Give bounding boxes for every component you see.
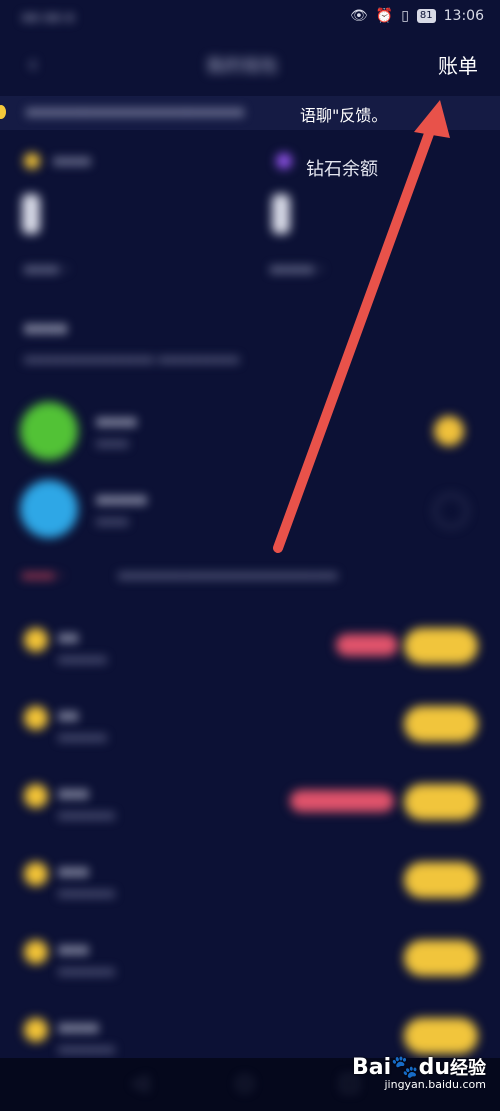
package-item[interactable]: ▪▪ ▪▪▪▪▪▪ [0,700,500,768]
status-icons: 👁 ⏰ ▯ 81 13:06 [350,8,484,24]
alipay-option[interactable]: ▪▪▪▪▪ ▪▪▪▪ [0,480,500,544]
alipay-icon [20,480,78,538]
chevron-left-icon[interactable]: ‹ [28,50,38,78]
radio-selected[interactable] [434,416,464,446]
coin-icon [24,152,40,169]
wechat-pay-option[interactable]: ▪▪▪▪ ▪▪▪▪ [0,402,500,466]
package-sub: ▪▪▪▪▪▪▪ [58,886,115,900]
bill-button[interactable]: 账单 [438,50,478,79]
diamond-balance [276,150,292,169]
clock-time: 13:06 [443,8,484,24]
promo-tag: ▪▪▪▪ › [22,568,64,582]
coin-icon [24,706,48,730]
home-circle-icon[interactable]: ○ [236,1070,253,1094]
wechat-pay-name: ▪▪▪▪ [96,412,137,430]
package-sub: ▪▪▪▪▪▪▪ [58,1042,115,1056]
paw-icon: 🐾 [391,1055,419,1080]
coin-icon [24,784,48,808]
coin-icon [24,862,48,886]
package-name: ▪▪▪ [58,784,89,802]
coin-icon [24,628,48,652]
vibrate-icon: ▯ [401,8,409,24]
radio-unselected[interactable] [434,494,468,528]
coin-details-link[interactable]: ▪▪▪▪ › [24,262,69,277]
alipay-name: ▪▪▪▪▪ [96,490,147,508]
package-item[interactable]: ▪▪ ▪▪▪▪▪▪ [0,622,500,690]
price-button[interactable] [404,862,478,898]
back-triangle-icon[interactable]: ◁ [132,1070,147,1094]
status-bar: ▪▪ ▪▪ ▪ 👁 ⏰ ▯ 81 13:06 [0,0,500,36]
price-button[interactable] [404,1018,478,1054]
carrier-text: ▪▪ ▪▪ ▪ [22,10,75,25]
alipay-desc: ▪▪▪▪ [96,514,129,528]
price-button[interactable] [404,940,478,976]
promo-line: ▪▪▪▪ › ▪▪▪▪▪▪▪▪▪▪▪▪▪▪▪▪▪▪▪▪▪▪▪▪▪▪▪ [0,566,500,590]
notice-banner[interactable]: ▪▪▪▪▪▪▪▪▪▪▪▪▪▪▪▪▪▪▪▪▪▪▪ 语聊"反馈。 [0,96,500,130]
top-bar: ‹ 我的钱包 账单 [0,36,500,94]
alarm-icon: ⏰ [375,8,394,24]
package-sub: ▪▪▪▪▪▪ [58,652,107,666]
package-tag [290,790,394,812]
package-sub: ▪▪▪▪▪▪ [58,730,107,744]
coin-balance-label: ▪▪▪▪ [53,152,92,169]
package-name: ▪▪▪ [58,862,89,880]
coin-balance: ▪▪▪▪ [24,150,91,169]
diamond-details-link[interactable]: ▪▪▪▪▪ › [270,262,323,277]
package-sub: ▪▪▪▪▪▪▪ [58,808,115,822]
diamond-balance-value [272,194,290,234]
package-name: ▪▪▪▪ [58,1018,99,1036]
notice-text: 语聊"反馈。 [300,106,388,125]
promo-text: ▪▪▪▪▪▪▪▪▪▪▪▪▪▪▪▪▪▪▪▪▪▪▪▪▪▪▪ [118,568,338,582]
price-button[interactable] [404,628,478,664]
notice-dot [0,105,6,119]
package-name: ▪▪ [58,628,79,646]
coin-icon [24,940,48,964]
package-item[interactable]: ▪▪▪ ▪▪▪▪▪▪▪ [0,934,500,1002]
wechat-pay-desc: ▪▪▪▪ [96,436,129,450]
eye-icon: 👁 [349,8,368,24]
price-button[interactable] [404,784,478,820]
page-title: 我的钱包 [206,56,278,77]
battery-icon: 81 [416,9,436,23]
payment-section-title: ▪▪▪▪ [24,318,68,337]
notice-hidden-text: ▪▪▪▪▪▪▪▪▪▪▪▪▪▪▪▪▪▪▪▪▪▪▪ [26,104,245,120]
payment-section-subtitle: ▪▪▪▪▪▪▪▪▪▪▪▪▪▪▪▪ ▪▪▪▪▪▪▪▪▪▪ [24,352,240,366]
package-sub: ▪▪▪▪▪▪▪ [58,964,115,978]
coin-icon [24,1018,48,1042]
coin-balance-value [22,194,40,234]
baidu-watermark: Bai🐾du经验 jingyan.baidu.com [352,1054,486,1091]
watermark-logo: Bai🐾du经验 [352,1055,486,1080]
package-item[interactable]: ▪▪▪ ▪▪▪▪▪▪▪ [0,856,500,924]
diamond-icon [276,152,292,169]
package-name: ▪▪▪ [58,940,89,958]
package-tag [336,634,398,656]
package-item[interactable]: ▪▪▪ ▪▪▪▪▪▪▪ [0,778,500,846]
price-button[interactable] [404,706,478,742]
diamond-balance-label: 钻石余额 [306,159,378,180]
package-name: ▪▪ [58,706,79,724]
wechat-icon [20,402,78,460]
